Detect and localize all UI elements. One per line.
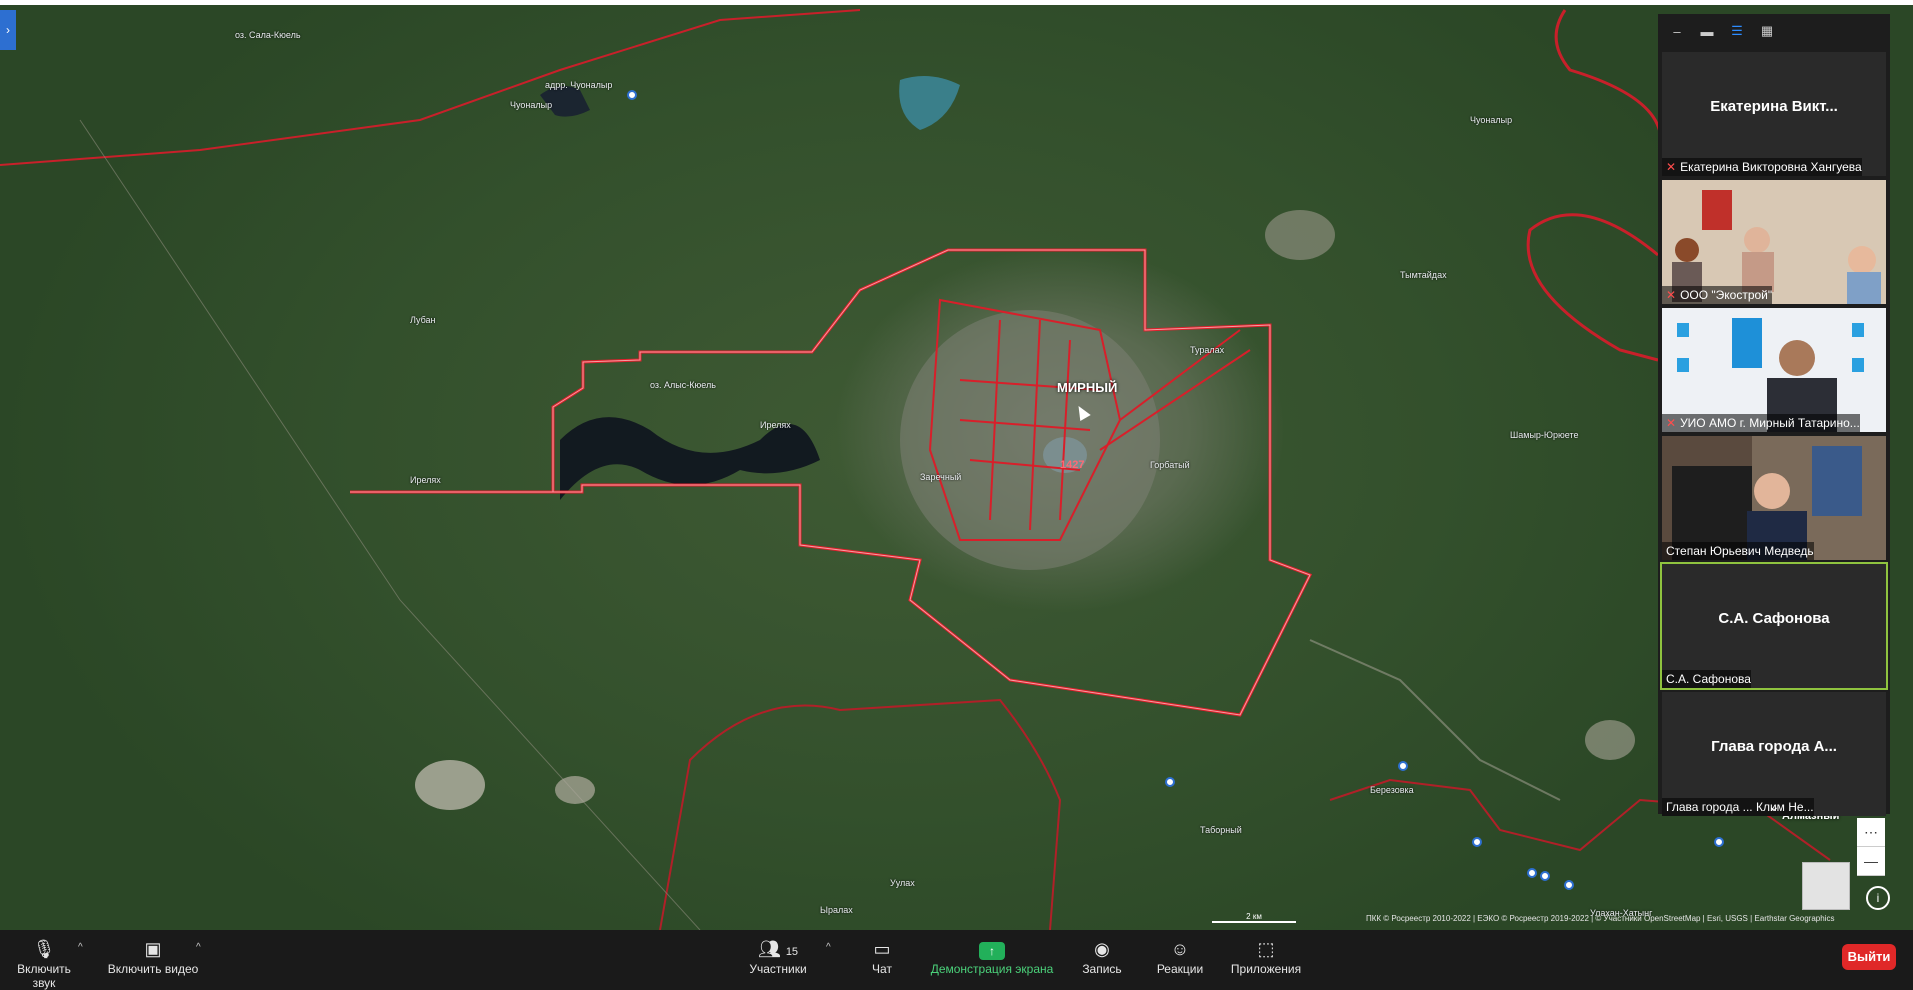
participants-button[interactable]: 👥︎ 15 Участники [746,936,810,976]
grid-view-icon[interactable]: ▦ [1758,23,1776,39]
strip-view-icon[interactable]: ☰ [1728,23,1746,39]
scroll-down-icon[interactable]: ⌄ [1658,798,1890,814]
hide-self-view-icon[interactable]: ▬ [1698,24,1716,39]
participant-display-name: С.А. Сафонова [1718,609,1830,627]
place-label: Уулах [890,878,915,888]
district-boundary-inner [350,249,1311,716]
place-label: адрр. Чуоналыр [545,80,613,90]
place-label: Ыралах [820,905,853,915]
map-attribution: ПКК © Росреестр 2010-2022 | ЕЭКО © Росре… [1366,914,1835,923]
map-scale: 2 км [1212,912,1296,923]
map-marker[interactable] [1472,837,1482,847]
muted-mic-icon: ✕ [1666,160,1677,174]
participant-display-name: Глава города А... [1711,737,1837,755]
participants-count: 15 [785,946,799,958]
muted-mic-icon: ✕ [1666,288,1677,302]
quarry-2 [555,776,595,804]
more-options-button[interactable]: ⋯ [1857,818,1885,847]
city-number-label: 1427 [1060,459,1085,471]
participant-name-label: С.А. Сафонова [1662,670,1751,688]
place-label: Таборный [1200,825,1242,835]
participant-display-name: Екатерина Викт... [1710,97,1838,115]
mute-button[interactable]: 🎙︎ Включить звук [4,936,84,990]
participant-tile[interactable]: Екатерина Викт... ✕ Екатерина Викторовна … [1662,52,1886,176]
place-label: Ирелях [410,475,441,485]
highway [1309,639,1561,801]
place-label: Лубан [410,315,436,325]
map-marker[interactable] [1165,777,1175,787]
map-controls: ⋯ — [1857,818,1885,876]
record-button[interactable]: ◉ Запись [1076,936,1128,976]
map-marker[interactable] [1714,837,1724,847]
lake-blue [899,76,960,130]
map-marker[interactable] [627,90,637,100]
share-screen-icon: ↑ [926,936,1058,962]
overview-map[interactable] [1802,862,1850,910]
place-label: Чуоналыр [510,100,553,110]
participants-options-caret[interactable]: ^ [826,942,831,953]
city-label: МИРНЫЙ [1057,380,1118,395]
map-marker[interactable] [1564,880,1574,890]
boundary-e [1526,213,1659,362]
participant-gallery: – ▬ ☰ ▦ Екатерина Викт... ✕ Екатерина Вик… [1658,14,1890,816]
place-label: Ирелях [760,420,791,430]
boundary-ne [1554,9,1663,151]
chat-icon: ▭ [873,939,891,959]
reactions-button[interactable]: ☺ Реакции [1152,936,1208,976]
participant-name-label: Степан Юрьевич Медведь [1662,542,1814,560]
participants-icon: 👥︎ [757,939,781,959]
place-label: Туралах [1190,345,1225,355]
quarry [415,760,485,810]
participant-name-label: ✕ УИО АМО г. Мирный Татарино... [1662,414,1860,432]
meeting-toolbar: 🎙︎ Включить звук ^ ▣ Включить видео ^ 👥︎… [0,930,1913,990]
chat-button[interactable]: ▭ Чат [858,936,906,976]
participant-tile[interactable]: ✕ УИО АМО г. Мирный Татарино... [1662,308,1886,432]
map-marker[interactable] [1398,761,1408,771]
apps-icon: ⬚ [1257,939,1275,959]
participant-tile-active-speaker[interactable]: С.А. Сафонова С.А. Сафонова [1660,562,1888,690]
place-label: Горбатый [1150,460,1190,470]
leave-meeting-button[interactable]: Выйти [1842,944,1896,970]
place-label: Березовка [1370,785,1414,795]
district-boundary [350,248,1313,717]
participant-tile[interactable]: Степан Юрьевич Медведь [1662,436,1886,560]
share-screen-button[interactable]: ↑ Демонстрация экрана [926,936,1058,976]
quarry-4 [1585,720,1635,760]
muted-mic-icon: ✕ [1666,416,1677,430]
boundary-south [659,698,1062,930]
zoom-out-button[interactable]: — [1857,847,1885,876]
apps-button[interactable]: ⬚ Приложения [1226,936,1306,976]
road-north [0,9,861,166]
participant-name-label: ✕ ООО "Экострой" [1662,286,1773,304]
start-video-button[interactable]: ▣ Включить видео [106,936,200,976]
video-options-caret[interactable]: ^ [196,942,201,953]
smiley-icon: ☺ [1170,939,1190,959]
map-marker[interactable] [1527,868,1537,878]
track [79,119,701,930]
place-label: Тымтайдах [1400,270,1447,280]
quarry-3 [1265,210,1335,260]
map-canvas [0,9,1831,930]
place-label: оз. Сала-Кюель [235,30,301,40]
place-label: Шамыр-Юрюете [1510,430,1579,440]
minimize-icon[interactable]: – [1668,24,1686,39]
gallery-view-controls: – ▬ ☰ ▦ [1658,14,1890,48]
muted-mic-icon: 🎙︎ [32,939,56,959]
participant-name-label: ✕ Екатерина Викторовна Хангуева [1662,158,1862,176]
urban-area [900,310,1160,570]
info-icon[interactable]: i [1866,886,1890,910]
place-label: оз. Алыс-Кюель [650,380,716,390]
audio-options-caret[interactable]: ^ [78,942,83,953]
participant-tile[interactable]: ✕ ООО "Экострой" [1662,180,1886,304]
map-marker[interactable] [1540,871,1550,881]
record-icon: ◉ [1094,939,1110,959]
map-view[interactable]: › оз. Сала-Кюель Чуоналыр адрр. Чуоналыр… [0,0,1913,930]
place-label: Чуоналыр [1470,115,1513,125]
place-label: Заречный [920,472,962,482]
video-off-icon: ▣ [144,939,162,959]
